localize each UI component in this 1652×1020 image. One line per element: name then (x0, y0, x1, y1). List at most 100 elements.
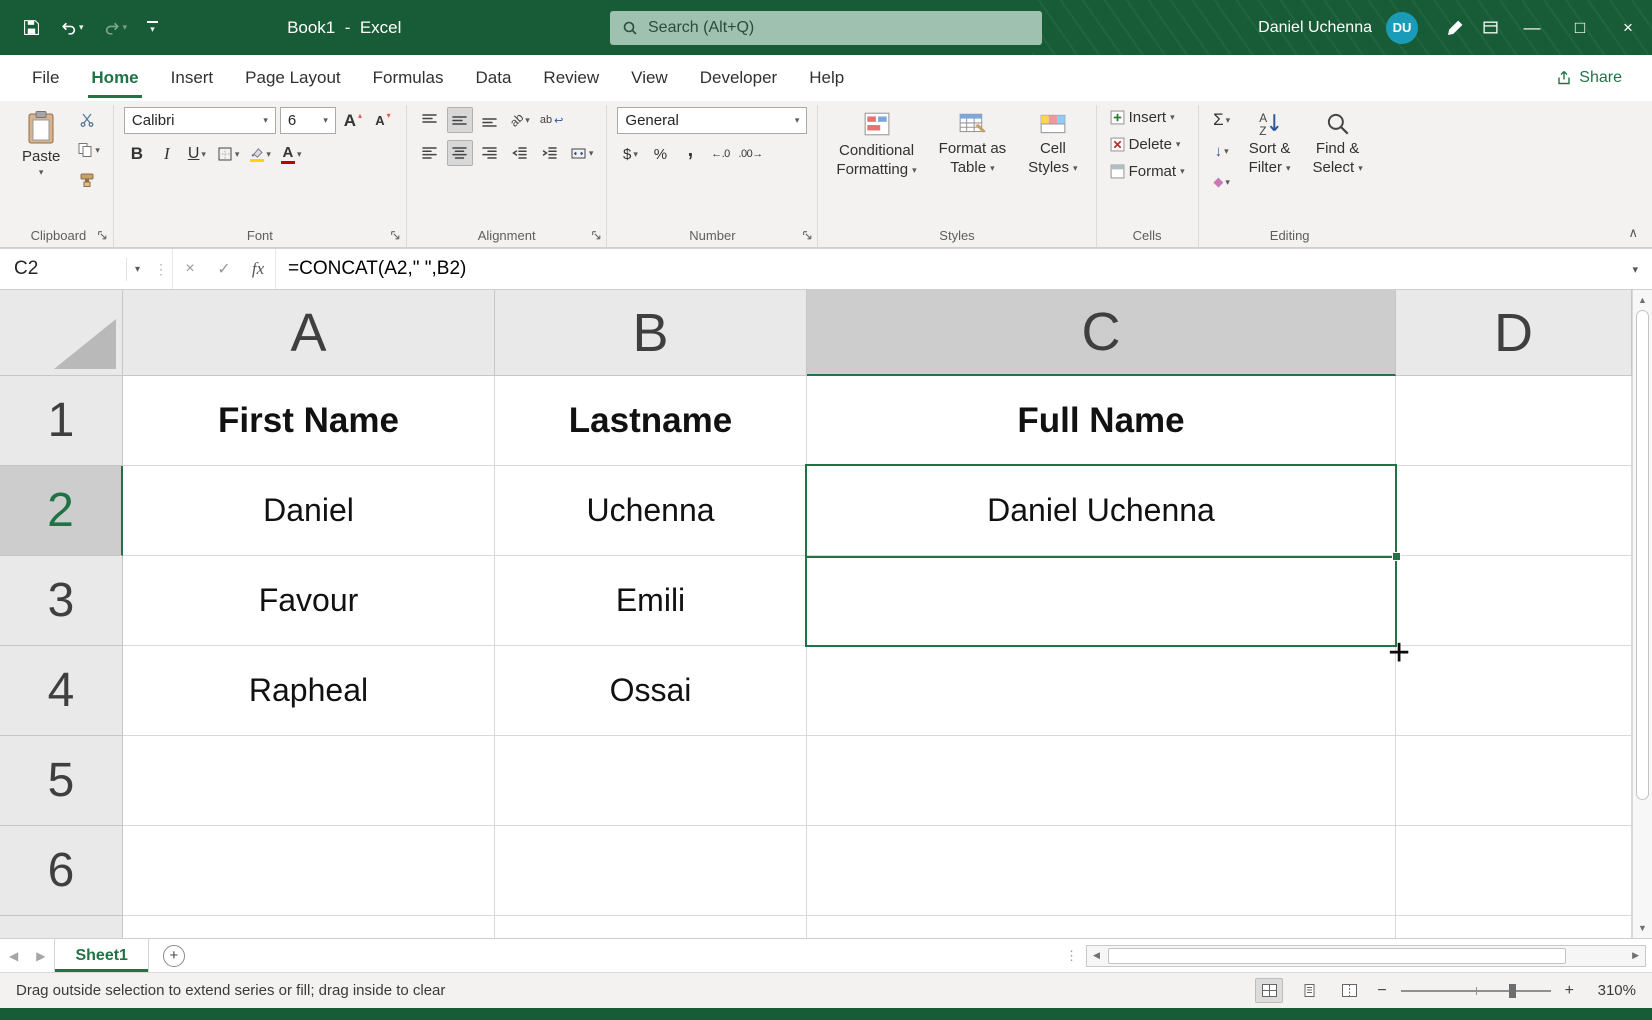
font-color-button[interactable]: A ▾ (278, 141, 305, 167)
row-header-1[interactable]: 1 (0, 376, 123, 466)
cell-D2[interactable] (1396, 466, 1632, 556)
top-align-button[interactable] (417, 107, 443, 133)
underline-dropdown-icon[interactable]: ▾ (201, 149, 206, 160)
cut-button[interactable] (74, 107, 100, 133)
orientation-button[interactable]: ab ▾ (507, 107, 533, 133)
tab-insert[interactable]: Insert (155, 55, 230, 101)
tab-formulas[interactable]: Formulas (357, 55, 460, 101)
tab-home[interactable]: Home (75, 55, 154, 101)
format-cells-button[interactable]: Format ▾ (1107, 161, 1188, 182)
font-name-dropdown-icon[interactable]: ▾ (263, 115, 268, 126)
clear-dropdown-icon[interactable]: ▾ (1225, 177, 1230, 188)
scroll-left-icon[interactable]: ◀ (1087, 950, 1106, 961)
format-as-table-button[interactable]: Format as Table▾ (931, 107, 1015, 179)
cell-A5[interactable] (123, 736, 495, 826)
search-box[interactable] (610, 11, 1042, 45)
insert-dropdown-icon[interactable]: ▾ (1170, 112, 1175, 123)
cell-A6[interactable] (123, 826, 495, 916)
sort-filter-button[interactable]: AZ Sort & Filter▾ (1241, 107, 1299, 179)
number-format-dropdown-icon[interactable]: ▾ (795, 115, 800, 126)
redo-dropdown-icon[interactable]: ▾ (123, 22, 128, 33)
zoom-in-button[interactable]: + (1563, 982, 1576, 1000)
cancel-button[interactable]: × (173, 249, 207, 289)
format-painter-button[interactable] (74, 167, 100, 193)
cell-A7[interactable] (123, 916, 495, 938)
number-dialog-launcher[interactable] (800, 228, 814, 242)
cell-A1[interactable]: First Name (123, 376, 495, 466)
cell-B1[interactable]: Lastname (495, 376, 807, 466)
fill-color-button[interactable]: ▾ (246, 141, 274, 167)
horizontal-scrollbar[interactable]: ◀ ▶ (1086, 945, 1646, 967)
center-button[interactable] (447, 140, 473, 166)
conditional-formatting-dropdown-icon[interactable]: ▾ (912, 165, 917, 175)
minimize-button[interactable]: — (1508, 0, 1556, 55)
alignment-dialog-launcher[interactable] (589, 228, 603, 242)
sheet-tab-sheet1[interactable]: Sheet1 (54, 939, 148, 972)
cell-B2[interactable]: Uchenna (495, 466, 807, 556)
scroll-right-icon[interactable]: ▶ (1626, 950, 1645, 961)
cell-A3[interactable]: Favour (123, 556, 495, 646)
increase-decimal-button[interactable]: ←.0 (707, 141, 733, 167)
cell-D5[interactable] (1396, 736, 1632, 826)
font-name-select[interactable]: Calibri ▾ (124, 107, 276, 134)
fill-color-dropdown-icon[interactable]: ▾ (266, 149, 271, 160)
inking-button[interactable] (1438, 13, 1473, 42)
align-right-button[interactable] (477, 140, 503, 166)
decrease-decimal-button[interactable]: .00→ (737, 141, 763, 167)
cell-B7[interactable] (495, 916, 807, 938)
sheet-nav-left-icon[interactable]: ◀ (0, 949, 27, 963)
customize-qat-button[interactable]: ▾ (138, 15, 167, 41)
percent-style-button[interactable]: % (647, 141, 673, 167)
formula-input[interactable]: =CONCAT(A2," ",B2) (275, 249, 1618, 289)
cell-C3[interactable] (807, 556, 1396, 646)
insert-cells-button[interactable]: Insert ▾ (1107, 107, 1178, 128)
cell-B6[interactable] (495, 826, 807, 916)
cell-C6[interactable] (807, 826, 1396, 916)
maximize-button[interactable]: □ (1556, 0, 1604, 55)
cell-A2[interactable]: Daniel (123, 466, 495, 556)
accounting-format-button[interactable]: $ ▾ (617, 141, 643, 167)
insert-function-button[interactable]: fx (241, 249, 275, 289)
sheet-nav-right-icon[interactable]: ▶ (27, 949, 54, 963)
tab-help[interactable]: Help (793, 55, 860, 101)
borders-dropdown-icon[interactable]: ▾ (235, 149, 240, 160)
redo-button[interactable]: ▾ (95, 13, 137, 42)
tab-developer[interactable]: Developer (684, 55, 794, 101)
bold-button[interactable]: B (124, 141, 150, 167)
undo-dropdown-icon[interactable]: ▾ (79, 22, 84, 33)
cell-styles-dropdown-icon[interactable]: ▾ (1073, 163, 1078, 173)
vertical-scrollbar-thumb[interactable] (1636, 310, 1649, 800)
zoom-slider-thumb[interactable] (1509, 984, 1516, 998)
conditional-formatting-button[interactable]: Conditional Formatting▾ (828, 107, 924, 181)
formula-bar-splitter[interactable]: ⋮ (150, 249, 173, 289)
zoom-level[interactable]: 310% (1588, 982, 1636, 999)
cell-B4[interactable]: Ossai (495, 646, 807, 736)
horizontal-scrollbar-thumb[interactable] (1108, 948, 1566, 964)
clipboard-dialog-launcher[interactable] (96, 228, 110, 242)
font-color-dropdown-icon[interactable]: ▾ (297, 149, 302, 160)
cell-C2[interactable]: Daniel Uchenna (807, 466, 1396, 556)
copy-dropdown-icon[interactable]: ▾ (95, 145, 100, 156)
borders-button[interactable]: ▾ (214, 141, 243, 167)
tab-file[interactable]: File (16, 55, 75, 101)
row-header-6[interactable]: 6 (0, 826, 123, 916)
row-header-4[interactable]: 4 (0, 646, 123, 736)
name-box[interactable]: C2 ▾ (0, 249, 150, 289)
column-header-C[interactable]: C (807, 290, 1396, 376)
formula-bar-expand-icon[interactable]: ▾ (1618, 249, 1652, 289)
share-button[interactable]: Share (1546, 64, 1632, 92)
decrease-indent-button[interactable] (507, 140, 533, 166)
decrease-font-size-button[interactable]: A▾ (370, 108, 396, 134)
font-size-select[interactable]: 6 ▾ (280, 107, 336, 134)
cell-C5[interactable] (807, 736, 1396, 826)
cell-C7[interactable] (807, 916, 1396, 938)
fill-dropdown-icon[interactable]: ▾ (1224, 146, 1229, 157)
cell-D1[interactable] (1396, 376, 1632, 466)
tab-view[interactable]: View (615, 55, 684, 101)
row-header-7[interactable] (0, 916, 123, 938)
row-header-2[interactable]: 2 (0, 466, 123, 556)
horizontal-scrollbar-track[interactable] (1106, 946, 1626, 966)
row-header-5[interactable]: 5 (0, 736, 123, 826)
user-name[interactable]: Daniel Uchenna (1258, 19, 1372, 37)
undo-button[interactable]: ▾ (51, 13, 93, 42)
